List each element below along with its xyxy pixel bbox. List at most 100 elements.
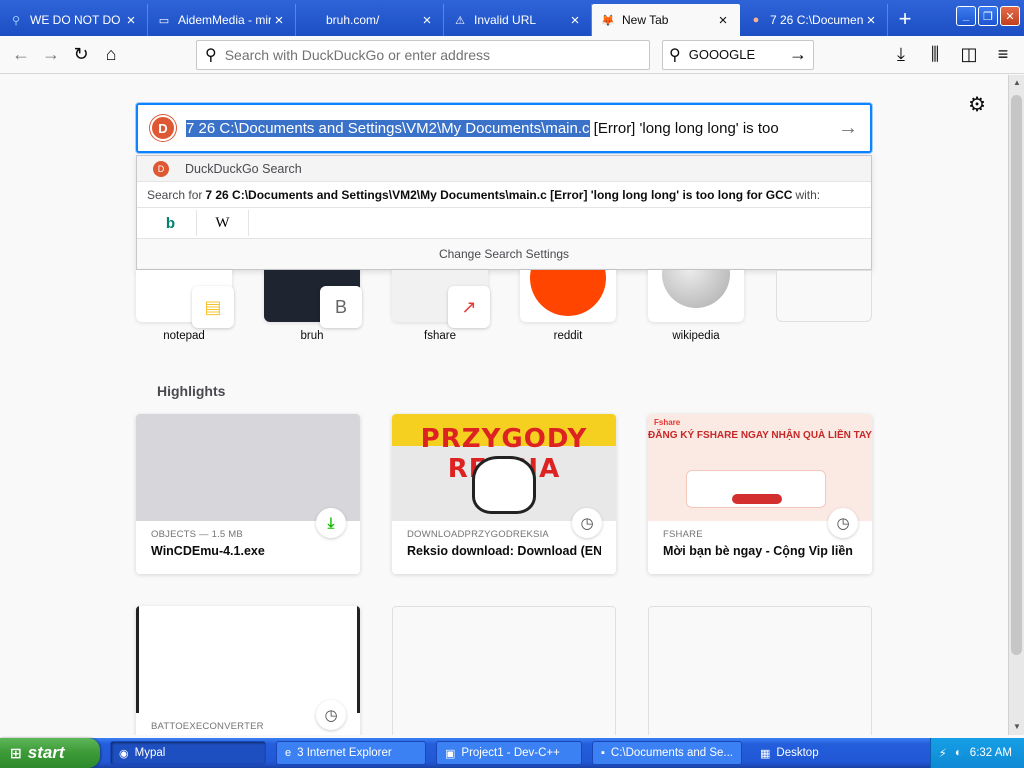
close-window-button[interactable]: ✕ [1000, 6, 1020, 26]
tab-strip: ⚲ WE DO NOT DO V × ▭ AidemMedia - mir × … [0, 0, 1024, 36]
card-title: WinCDEmu-4.1.exe [151, 544, 265, 558]
search-input[interactable] [688, 47, 789, 62]
wikipedia-icon[interactable]: W [197, 210, 249, 236]
url-bar[interactable]: ⚲ [196, 39, 650, 70]
highlight-card[interactable]: PRZYGODY REKSIA ◷ DOWNLOADPRZYGODREKSIA … [392, 414, 616, 574]
home-button[interactable]: ⌂ [96, 40, 126, 70]
search-go-arrow-icon[interactable]: → [838, 117, 858, 140]
tray-clock: 6:32 AM [969, 747, 1012, 759]
bruh-letter-icon: B [320, 286, 362, 328]
tab-bruh[interactable]: bruh.com/ × [296, 4, 444, 36]
site-label: wikipedia [672, 330, 720, 342]
taskbar-item-devcpp[interactable]: ▣ Project1 - Dev-C++ [436, 741, 582, 765]
with-label: with: [795, 187, 821, 202]
menu-icon[interactable]: ≡ [988, 40, 1018, 70]
highlight-card[interactable]: Fshare ĐĂNG KÝ FSHARE NGAY NHẬN QUÀ LIỀN… [648, 414, 872, 574]
forward-button[interactable]: → [36, 40, 66, 70]
navigation-bar: ← → ↻ ⌂ ⚲ ⚲ → ⤓ ⫼ ◫ ≡ [0, 36, 1024, 74]
close-icon[interactable]: × [271, 12, 287, 29]
task-label: Project1 - Dev-C++ [461, 747, 560, 759]
site-label: bruh [300, 330, 324, 342]
taskbar-item-internet-explorer[interactable]: e 3 Internet Explorer [276, 741, 426, 765]
top-site-notepad[interactable]: ▤ notepad [136, 270, 234, 342]
tab-title: AidemMedia - mir [178, 13, 271, 27]
site-thumbnail [520, 270, 616, 322]
card-thumbnail [136, 606, 360, 713]
history-icon: ◷ [828, 508, 858, 538]
start-button[interactable]: ⊞ start [0, 738, 100, 768]
top-site-wikipedia[interactable]: wikipedia [648, 270, 744, 342]
newtab-search-box[interactable]: D 7 26 C:\Documents and Settings\VM2\My … [136, 103, 872, 153]
download-icon: ⤓ [316, 508, 346, 538]
tab-we-do-not[interactable]: ⚲ WE DO NOT DO V × [0, 4, 148, 36]
search-bar[interactable]: ⚲ → [662, 39, 814, 70]
tab-invalid-url[interactable]: ⚠ Invalid URL × [444, 4, 592, 36]
go-arrow-icon[interactable]: → [789, 44, 807, 65]
top-site-fshare[interactable]: ↗ fshare [392, 270, 490, 342]
highlights-grid: ⤓ OBJECTS — 1.5 MB WinCDEmu-4.1.exe PRZY… [136, 414, 872, 735]
reload-button[interactable]: ↻ [66, 40, 96, 70]
maximize-button[interactable]: ❐ [978, 6, 998, 26]
top-site-empty [776, 270, 872, 342]
tab-title: New Tab [622, 13, 669, 27]
tray-network-icon[interactable]: ◐ [955, 747, 962, 759]
card-title: Mời bạn bè ngay - Cộng Vip liền ... [663, 544, 857, 558]
scroll-thumb[interactable] [1011, 95, 1022, 655]
internet-explorer-icon: e [285, 747, 292, 759]
site-thumbnail: ▤ [136, 270, 234, 328]
scroll-down-arrow-icon[interactable]: ▼ [1009, 719, 1024, 735]
tab-aidemmedia[interactable]: ▭ AidemMedia - mir × [148, 4, 296, 36]
window-controls: _ ❐ ✕ [952, 2, 1024, 36]
scroll-up-arrow-icon[interactable]: ▲ [1009, 75, 1024, 91]
taskbar-item-cmd[interactable]: ▪ C:\Documents and Se... [592, 741, 742, 765]
toolbar-right: ⤓ ⫼ ◫ ≡ [886, 40, 1018, 70]
change-search-settings[interactable]: Change Search Settings [137, 239, 871, 269]
gear-icon[interactable]: ⚙ [968, 92, 986, 117]
close-icon[interactable]: × [419, 12, 435, 29]
devcpp-icon: ▣ [445, 747, 456, 760]
close-icon[interactable]: × [123, 12, 139, 29]
fshare-headline: ĐĂNG KÝ FSHARE NGAY NHẬN QUÀ LIỀN TAY [648, 430, 872, 441]
back-button[interactable]: ← [6, 40, 36, 70]
dropdown-engine-row[interactable]: D DuckDuckGo Search [137, 156, 871, 182]
page-scrollbar[interactable]: ▲ ▼ [1008, 75, 1024, 735]
system-tray: ⚡ ◐ 6:32 AM [929, 738, 1024, 768]
card-thumbnail [136, 414, 360, 521]
wikipedia-globe-icon [662, 270, 730, 308]
fshare-cloud-icon: ↗ [448, 286, 490, 328]
card-context: OBJECTS — 1.5 MB [151, 529, 243, 540]
close-icon[interactable]: × [715, 12, 731, 29]
search-icon: ⚲ [11, 14, 21, 27]
search-selected-text: 7 26 C:\Documents and Settings\VM2\My Do… [186, 119, 590, 137]
new-tab-button[interactable]: + [888, 2, 922, 36]
close-icon[interactable]: × [567, 12, 583, 29]
top-site-reddit[interactable]: reddit [520, 270, 616, 342]
library-icon[interactable]: ⫼ [920, 40, 950, 70]
address-input[interactable] [224, 46, 641, 63]
reksio-dog-image [472, 456, 536, 514]
desktop-icon: ▦ [760, 747, 771, 760]
history-icon: ◷ [316, 700, 346, 730]
highlights-heading: Highlights [157, 383, 226, 399]
downloads-icon[interactable]: ⤓ [886, 40, 916, 70]
duckduckgo-icon: D [153, 160, 169, 177]
task-label: 3 Internet Explorer [297, 747, 392, 759]
sidebar-icon[interactable]: ◫ [954, 40, 984, 70]
bing-icon[interactable]: b [145, 210, 197, 236]
newtab-search-input[interactable]: 7 26 C:\Documents and Settings\VM2\My Do… [186, 119, 830, 137]
tab-duckduckgo-search[interactable]: ● 7 26 C:\Document × [740, 4, 888, 36]
tab-new-tab[interactable]: 🦊 New Tab × [592, 4, 740, 36]
card-context: DOWNLOADPRZYGODREKSIA [407, 529, 549, 540]
tray-power-icon[interactable]: ⚡ [939, 746, 947, 760]
desktop-toolbar[interactable]: ▦ Desktop [752, 741, 832, 765]
top-site-bruh[interactable]: B bruh [264, 270, 362, 342]
search-suggestions-dropdown: D DuckDuckGo Search Search for 7 26 C:\D… [136, 155, 872, 270]
mypal-icon: ◉ [119, 747, 129, 760]
site-thumbnail [648, 270, 744, 322]
highlight-card[interactable]: ◷ BATTOEXECONVERTER [136, 606, 360, 735]
minimize-button[interactable]: _ [956, 6, 976, 26]
fshare-logo: Fshare [654, 418, 681, 427]
taskbar-item-mypal[interactable]: ◉ Mypal [110, 741, 266, 765]
highlight-card[interactable]: ⤓ OBJECTS — 1.5 MB WinCDEmu-4.1.exe [136, 414, 360, 574]
close-icon[interactable]: × [863, 12, 879, 29]
